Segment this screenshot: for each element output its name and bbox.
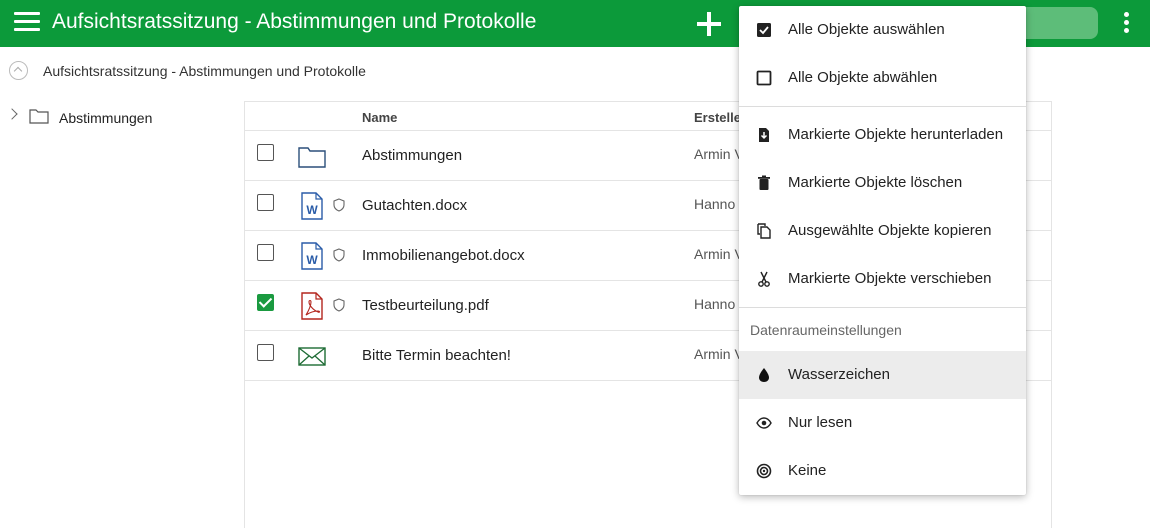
file-creator: Hanno [694, 296, 736, 312]
breadcrumb-text: Aufsichtsratssitzung - Abstimmungen und … [43, 63, 366, 79]
file-creator: Armin V [694, 246, 744, 262]
app-title: Aufsichtsratssitzung - Abstimmungen und … [52, 10, 537, 33]
file-name[interactable]: Immobilienangebot.docx [362, 247, 525, 264]
water-drop-icon [759, 368, 769, 382]
copy-icon [757, 223, 771, 239]
tree-item-abstimmungen[interactable]: Abstimmungen [0, 101, 244, 133]
chevron-right-icon[interactable] [6, 108, 18, 120]
menu-item-label: Alle Objekte abwählen [788, 69, 938, 86]
folder-tree: Abstimmungen [0, 101, 244, 528]
file-creator: Hanno [694, 196, 736, 212]
menu-item-readonly[interactable]: Nur lesen [739, 399, 1026, 447]
row-checkbox[interactable] [257, 294, 274, 311]
menu-section-title: Datenraumeinstellungen [750, 322, 902, 338]
menu-item-select-all[interactable]: Alle Objekte auswählen [739, 6, 1026, 54]
download-file-icon [759, 128, 769, 142]
word-document-icon: W [301, 192, 323, 220]
menu-item-label: Markierte Objekte verschieben [788, 270, 992, 287]
menu-item-label: Nur lesen [788, 414, 853, 431]
eye-icon [756, 417, 772, 429]
menu-divider [739, 307, 1026, 308]
pdf-document-icon [301, 292, 323, 320]
context-menu: Alle Objekte auswählen Alle Objekte abwä… [739, 6, 1026, 495]
file-name[interactable]: Testbeurteilung.pdf [362, 297, 489, 314]
email-icon [298, 347, 326, 366]
menu-item-label: Wasserzeichen [788, 366, 890, 383]
menu-item-copy[interactable]: Ausgewählte Objekte kopieren [739, 207, 1026, 255]
file-name[interactable]: Bitte Termin beachten! [362, 347, 511, 364]
row-checkbox[interactable] [257, 194, 274, 211]
scissors-icon [758, 271, 770, 287]
svg-text:W: W [306, 253, 318, 267]
shield-icon [333, 298, 345, 312]
checkbox-empty-icon [756, 70, 772, 86]
kebab-icon[interactable] [1118, 12, 1134, 36]
shield-icon [333, 198, 345, 212]
shield-icon [333, 248, 345, 262]
row-checkbox[interactable] [257, 244, 274, 261]
menu-item-label: Keine [788, 462, 827, 479]
hamburger-icon[interactable] [14, 12, 40, 34]
word-document-icon: W [301, 242, 323, 270]
file-name[interactable]: Abstimmungen [362, 147, 462, 164]
column-header-name[interactable]: Name [362, 110, 397, 125]
menu-item-deselect-all[interactable]: Alle Objekte abwählen [739, 54, 1026, 102]
menu-item-none[interactable]: Keine [739, 447, 1026, 495]
folder-icon [298, 147, 326, 168]
menu-item-label: Ausgewählte Objekte kopieren [788, 222, 992, 239]
file-name[interactable]: Gutachten.docx [362, 197, 467, 214]
menu-item-label: Alle Objekte auswählen [788, 21, 945, 38]
menu-item-download[interactable]: Markierte Objekte herunterladen [739, 111, 1026, 159]
row-checkbox[interactable] [257, 344, 274, 361]
svg-text:W: W [306, 203, 318, 217]
menu-item-watermark[interactable]: Wasserzeichen [739, 351, 1026, 399]
menu-item-label: Markierte Objekte herunterladen [788, 126, 1004, 143]
row-checkbox[interactable] [257, 144, 274, 161]
menu-divider [739, 106, 1026, 107]
target-icon [756, 463, 772, 479]
checkbox-checked-icon [757, 23, 771, 37]
file-creator: Armin V [694, 346, 744, 362]
folder-icon [29, 109, 49, 124]
add-button[interactable] [696, 11, 722, 37]
tree-item-label: Abstimmungen [59, 110, 153, 126]
file-creator: Armin V [694, 146, 744, 162]
menu-item-move[interactable]: Markierte Objekte verschieben [739, 255, 1026, 303]
menu-item-label: Markierte Objekte löschen [788, 174, 963, 191]
menu-item-delete[interactable]: Markierte Objekte löschen [739, 159, 1026, 207]
chevron-up-circle-icon[interactable] [9, 61, 28, 80]
trash-icon [758, 175, 770, 190]
